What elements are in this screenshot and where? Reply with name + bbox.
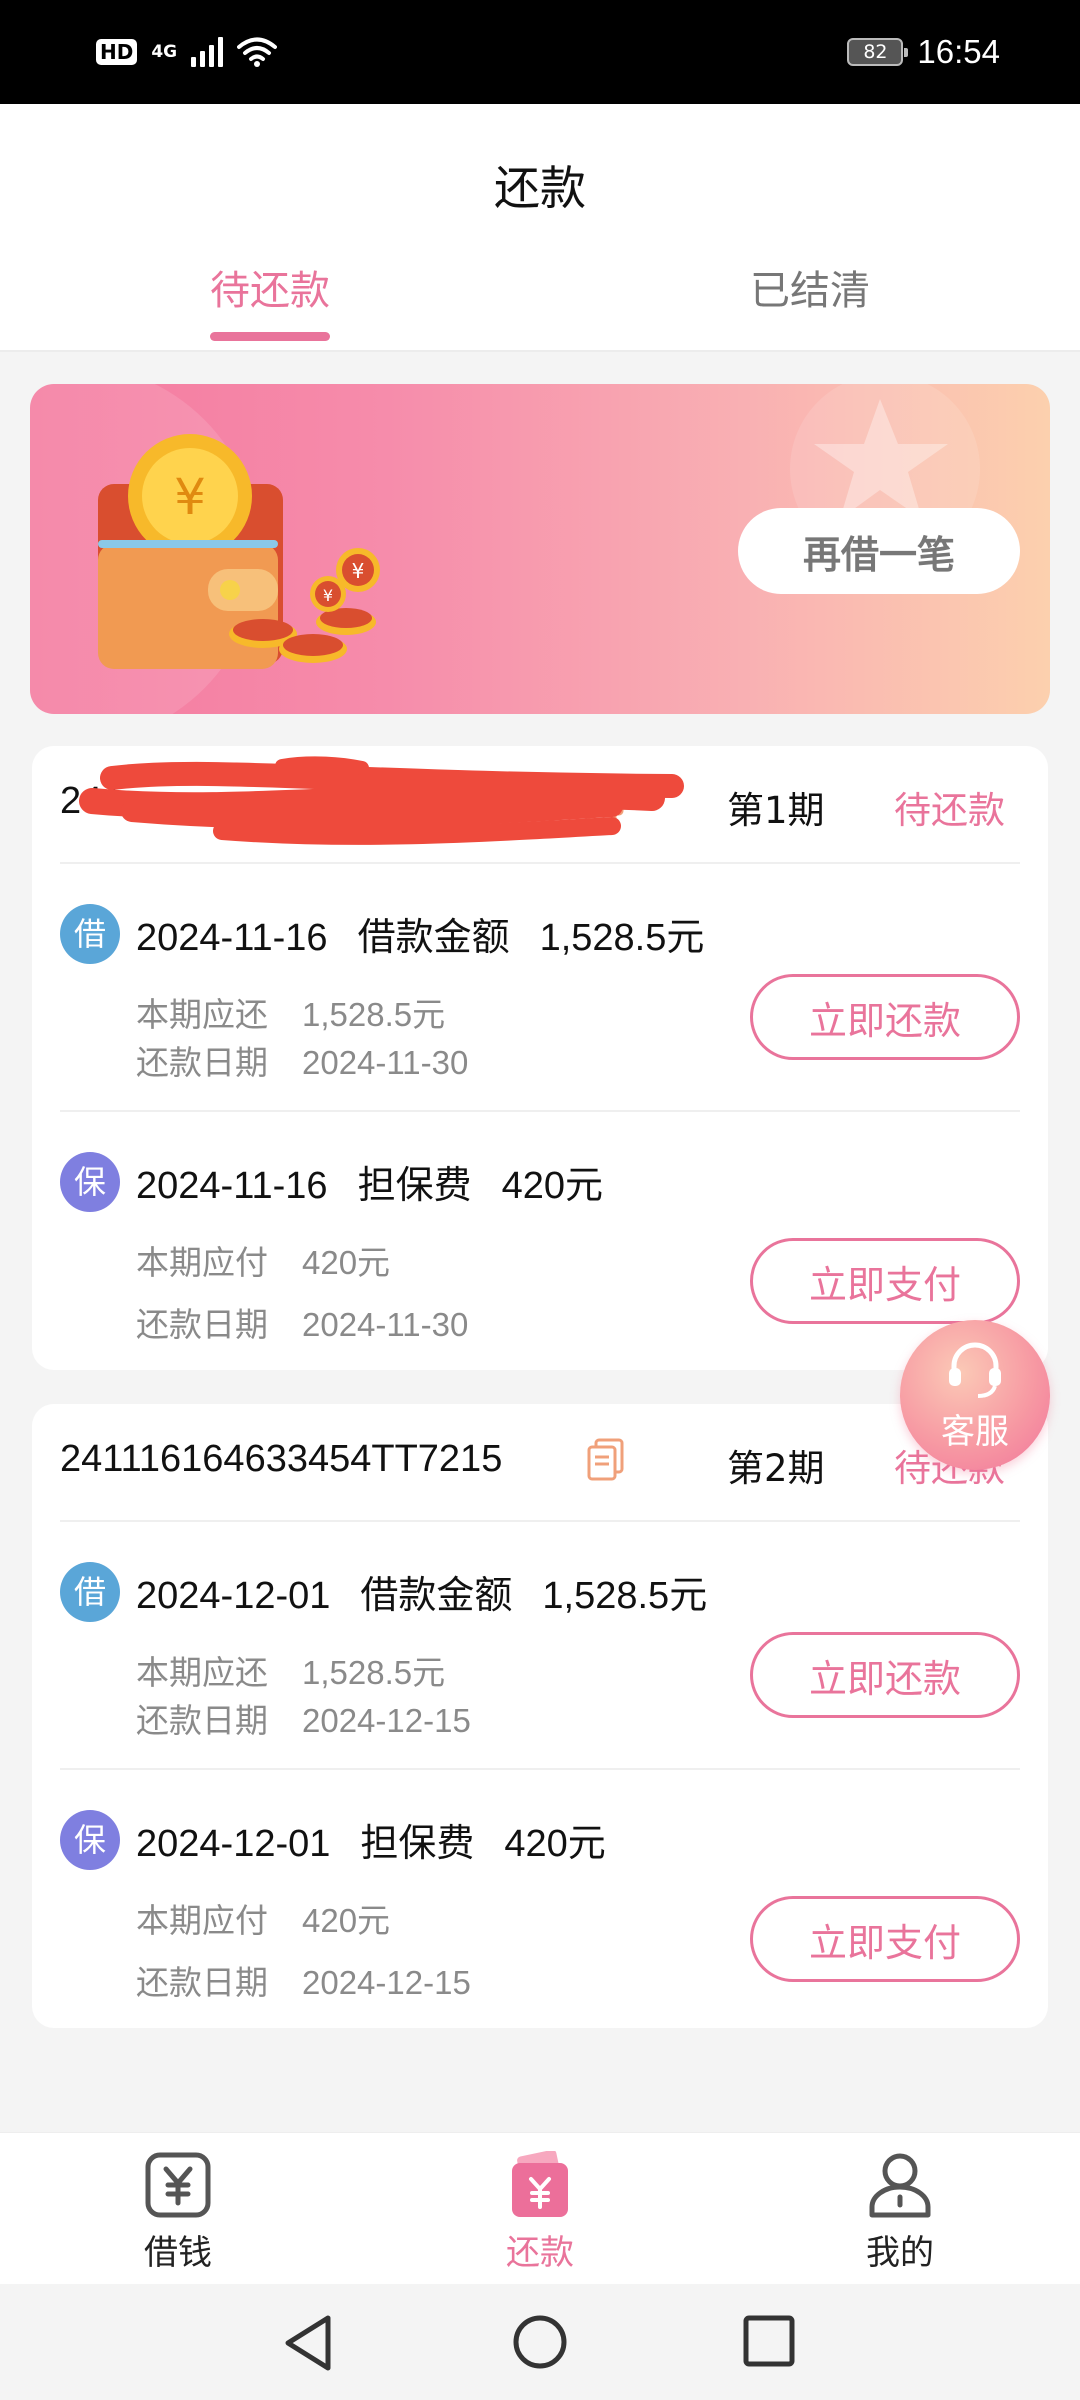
due-amount-row: 本期应还 1,528.5元 — [136, 988, 445, 1036]
item-amount: 1,528.5元 — [539, 917, 705, 959]
repay-now-button[interactable]: 立即还款 — [750, 974, 1020, 1060]
svg-text:¥: ¥ — [174, 468, 206, 526]
wallet-coins-icon: ¥ ¥ ¥ — [98, 434, 380, 669]
detail-value: 420元 — [302, 1244, 391, 1281]
nav-borrow[interactable]: 借钱 — [78, 2151, 278, 2274]
detail-label: 还款日期 — [136, 1305, 268, 1344]
clock: 16:54 — [917, 33, 1000, 70]
page-header: 还款 待还款 已结清 — [0, 104, 1080, 352]
repay-now-button[interactable]: 立即还款 — [750, 1632, 1020, 1718]
due-date-row: 还款日期 2024-11-30 — [136, 1298, 468, 1346]
item-date: 2024-12-01 — [136, 1575, 331, 1617]
guarantee-badge: 保 — [60, 1152, 120, 1212]
back-icon[interactable] — [282, 2314, 336, 2372]
item-title: 担保费 — [357, 1165, 472, 1207]
item-date: 2024-11-16 — [136, 917, 328, 959]
due-date-row: 还款日期 2024-11-30 — [136, 1036, 468, 1084]
customer-service-button[interactable]: 客服 — [900, 1320, 1050, 1470]
recents-icon[interactable] — [742, 2314, 796, 2368]
borrow-again-button[interactable]: 再借一笔 — [738, 508, 1020, 594]
detail-value: 2024-11-30 — [302, 1306, 469, 1343]
tab-settled[interactable]: 已结清 — [650, 258, 970, 316]
guarantee-item: 保 2024-11-16 担保费 420元 本期应付 420元 还款日期 2024-11… — [32, 1112, 1048, 1362]
promo-banner[interactable]: ¥ ¥ ¥ 再借一笔 — [30, 384, 1050, 714]
battery-icon: 82 — [847, 38, 909, 66]
copy-icon[interactable] — [586, 1438, 626, 1482]
page-title: 还款 — [494, 161, 586, 215]
system-nav-bar — [0, 2284, 1080, 2400]
detail-value: 1,528.5元 — [302, 996, 446, 1033]
headset-icon — [949, 1342, 1001, 1398]
due-amount-row: 本期应付 420元 — [136, 1236, 390, 1284]
repayment-status: 待还款 — [894, 789, 1005, 832]
item-title: 借款金额 — [357, 917, 510, 959]
repay-wallet-icon — [512, 2151, 568, 2217]
detail-label: 还款日期 — [136, 1963, 268, 2002]
network-type: 4G — [151, 42, 178, 62]
detail-value: 2024-12-15 — [302, 1702, 471, 1739]
guarantee-item: 保 2024-12-01 担保费 420元 本期应付 420元 还款日期 2024-12… — [32, 1770, 1048, 2020]
repayment-card: 241 第1期 待还款 借 2024-11-16 借款金额 1,528.5元 本期应… — [32, 746, 1048, 1370]
hd-indicator: HD — [96, 39, 138, 65]
bottom-nav: 借钱 还款 我的 — [0, 2132, 1080, 2284]
loan-badge: 借 — [60, 1562, 120, 1622]
redaction-scribble — [79, 756, 684, 845]
item-title: 担保费 — [360, 1823, 475, 1865]
item-date: 2024-11-16 — [136, 1165, 328, 1207]
active-tab-indicator — [210, 332, 330, 341]
svg-text:¥: ¥ — [323, 586, 333, 605]
card-header: 241 第1期 待还款 — [32, 746, 1048, 862]
yuan-box-icon — [145, 2152, 211, 2218]
item-title: 借款金额 — [360, 1575, 513, 1617]
repayment-card: 241116164633454TT7215 第2期 待还款 借 2024-12-… — [32, 1404, 1048, 2028]
guarantee-badge: 保 — [60, 1810, 120, 1870]
detail-label: 还款日期 — [136, 1701, 268, 1740]
item-summary: 2024-12-01 借款金额 1,528.5元 — [136, 1564, 737, 1619]
detail-label: 本期应付 — [136, 1901, 268, 1940]
due-date-row: 还款日期 2024-12-15 — [136, 1956, 471, 2004]
item-date: 2024-12-01 — [136, 1823, 331, 1865]
loan-item: 借 2024-11-16 借款金额 1,528.5元 本期应还 1,528.5元 还款… — [32, 864, 1048, 1114]
nav-label: 我的 — [866, 2233, 934, 2273]
detail-value: 420元 — [302, 1902, 391, 1939]
installment-period: 第2期 — [727, 1447, 825, 1490]
nav-repay[interactable]: 还款 — [440, 2151, 640, 2274]
item-amount: 420元 — [504, 1823, 606, 1865]
person-icon — [869, 2153, 931, 2218]
due-amount-row: 本期应付 420元 — [136, 1894, 390, 1942]
svg-text:¥: ¥ — [352, 559, 365, 583]
nav-mine[interactable]: 我的 — [800, 2151, 1000, 2274]
item-amount: 420元 — [501, 1165, 603, 1207]
pay-now-button[interactable]: 立即支付 — [750, 1238, 1020, 1324]
detail-label: 本期应还 — [136, 995, 268, 1034]
home-icon[interactable] — [512, 2314, 568, 2370]
installment-period: 第1期 — [727, 789, 825, 832]
wifi-icon — [237, 36, 278, 68]
nav-label: 借钱 — [144, 2233, 212, 2273]
order-number: 241116164633454TT7215 — [60, 1438, 503, 1480]
status-left: HD 4G — [96, 36, 278, 68]
due-date-row: 还款日期 2024-12-15 — [136, 1694, 471, 1742]
status-bar: HD 4G 82 16:54 — [0, 0, 1080, 104]
detail-value: 2024-12-15 — [302, 1964, 471, 2001]
detail-value: 2024-11-30 — [302, 1044, 469, 1081]
item-summary: 2024-11-16 担保费 420元 — [136, 1154, 633, 1209]
loan-badge: 借 — [60, 904, 120, 964]
item-amount: 1,528.5元 — [542, 1575, 708, 1617]
detail-label: 本期应还 — [136, 1653, 268, 1692]
nav-label: 还款 — [506, 2233, 574, 2273]
signal-icon — [191, 37, 224, 67]
item-summary: 2024-12-01 担保费 420元 — [136, 1812, 636, 1867]
due-amount-row: 本期应还 1,528.5元 — [136, 1646, 445, 1694]
pay-now-button[interactable]: 立即支付 — [750, 1896, 1020, 1982]
item-summary: 2024-11-16 借款金额 1,528.5元 — [136, 906, 734, 961]
customer-service-label: 客服 — [941, 1412, 1009, 1452]
detail-label: 还款日期 — [136, 1043, 268, 1082]
detail-value: 1,528.5元 — [302, 1654, 446, 1691]
card-header: 241116164633454TT7215 第2期 待还款 — [32, 1404, 1048, 1520]
status-right: 82 16:54 — [847, 33, 1000, 71]
detail-label: 本期应付 — [136, 1243, 268, 1282]
loan-item: 借 2024-12-01 借款金额 1,528.5元 本期应还 1,528.5元 还款… — [32, 1522, 1048, 1772]
tab-pending[interactable]: 待还款 — [110, 258, 430, 316]
